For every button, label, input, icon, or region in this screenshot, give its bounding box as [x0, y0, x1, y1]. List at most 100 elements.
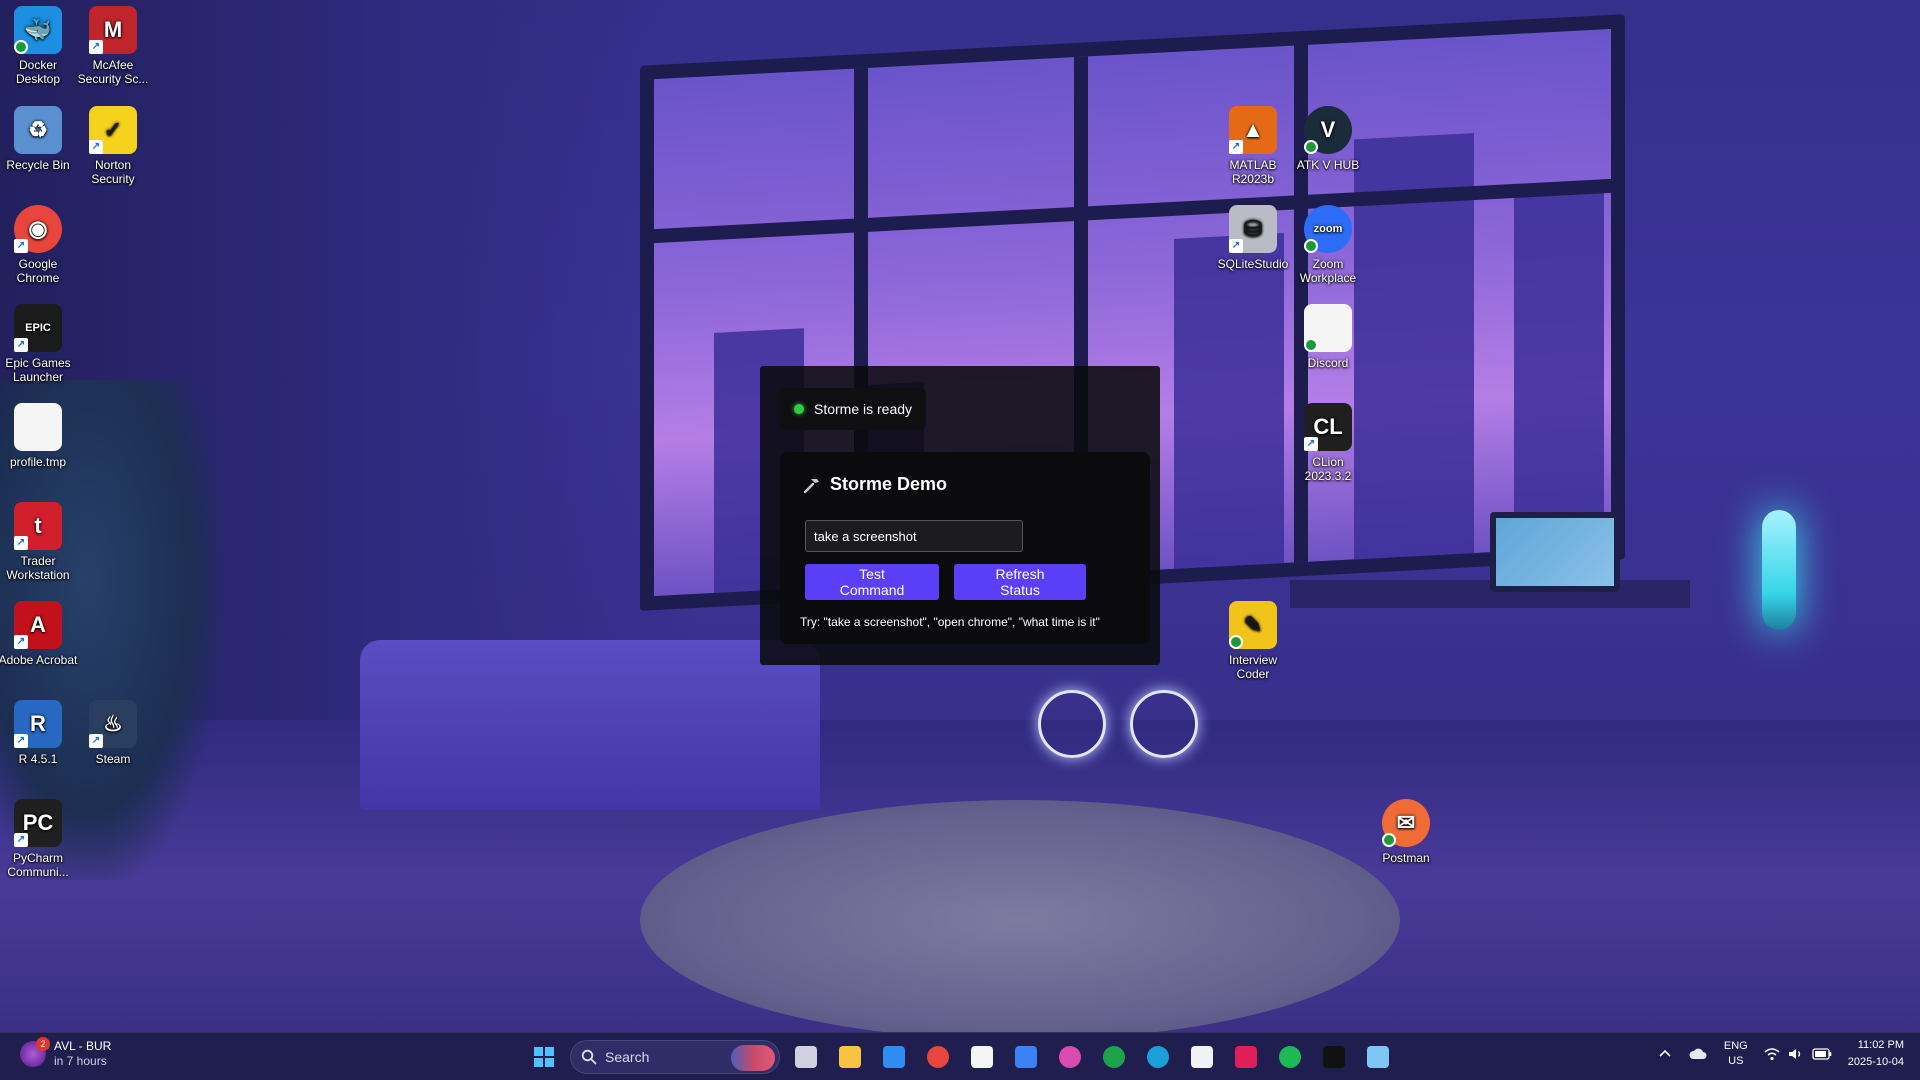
- desktop-icon-profile[interactable]: profile.tmp: [0, 403, 78, 469]
- start-button[interactable]: [526, 1039, 562, 1075]
- taskbar-app-notepad-plus[interactable]: [1360, 1039, 1396, 1075]
- discord-icon: [1304, 304, 1352, 352]
- search-icon: [581, 1049, 597, 1065]
- wallpaper-lava-lamp: [1762, 510, 1796, 630]
- docker-icon: 🐳: [14, 6, 62, 54]
- file-explorer-icon: [839, 1046, 861, 1068]
- taskbar-app-notion[interactable]: [964, 1039, 1000, 1075]
- desktop-icon-norton[interactable]: ✓ ↗ Norton Security: [73, 106, 153, 186]
- chevron-up-icon[interactable]: [1658, 1047, 1672, 1061]
- desktop-icon-interview[interactable]: ✎ Interview Coder: [1213, 601, 1293, 681]
- command-hint: Try: "take a screenshot", "open chrome",…: [800, 615, 1100, 629]
- notepad-icon: [1191, 1046, 1213, 1068]
- taskbar-app-edge[interactable]: [1140, 1039, 1176, 1075]
- taskbar-app-file-explorer[interactable]: [832, 1039, 868, 1075]
- wallpaper-bed: [360, 640, 820, 810]
- notepad-plus-icon: [1367, 1046, 1389, 1068]
- taskbar: 2 AVL - BUR in 7 hours Search ENG US 11:…: [0, 1032, 1920, 1080]
- status-badge: Storme is ready: [780, 388, 927, 430]
- sync-check-icon: [14, 40, 28, 54]
- weather-icon: 2: [20, 1037, 50, 1067]
- demo-title-row: Storme Demo: [802, 474, 947, 495]
- desktop-icon-matlab[interactable]: ▲ ↗ MATLAB R2023b: [1213, 106, 1293, 186]
- taskbar-app-unknown-app[interactable]: [1008, 1039, 1044, 1075]
- storme-overlay: Storme is ready Storme Demo Test Command…: [760, 366, 1160, 665]
- desktop-icon-label: Adobe Acrobat: [0, 653, 78, 667]
- desktop-icon-label: Discord: [1307, 356, 1349, 370]
- clock-time: 11:02 PM: [1857, 1039, 1904, 1051]
- desktop-icon-epic[interactable]: EPIC ↗ Epic Games Launcher: [0, 304, 78, 384]
- weather-widget[interactable]: 2 AVL - BUR in 7 hours: [20, 1037, 111, 1069]
- desktop-icon-label: McAfee Security Sc...: [77, 58, 149, 86]
- taskbar-search[interactable]: Search: [570, 1040, 780, 1074]
- xbox-icon: [1103, 1046, 1125, 1068]
- taskbar-app-xbox[interactable]: [1096, 1039, 1132, 1075]
- taskbar-app-microsoft-store[interactable]: [876, 1039, 912, 1075]
- shortcut-arrow-icon: ↗: [1229, 239, 1243, 253]
- taskbar-app-chrome[interactable]: [920, 1039, 956, 1075]
- status-dot-icon: [794, 404, 804, 414]
- chrome-icon: ◉ ↗: [14, 205, 62, 253]
- sync-check-icon: [1304, 239, 1318, 253]
- desktop-icon-postman[interactable]: ✉ Postman: [1366, 799, 1446, 865]
- matlab-icon: ▲ ↗: [1229, 106, 1277, 154]
- shortcut-arrow-icon: ↗: [89, 140, 103, 154]
- desktop-icon-steam[interactable]: ♨ ↗ Steam: [73, 700, 153, 766]
- desktop-icon-atkv[interactable]: V ATK V HUB: [1288, 106, 1368, 172]
- desktop-icon-label: Interview Coder: [1228, 653, 1278, 681]
- desktop-icon-chrome[interactable]: ◉ ↗ Google Chrome: [0, 205, 78, 285]
- windows-start-icon: [534, 1047, 554, 1067]
- shortcut-arrow-icon: ↗: [14, 734, 28, 748]
- shortcut-arrow-icon: ↗: [89, 734, 103, 748]
- sync-check-icon: [1304, 338, 1318, 352]
- taskbar-app-terminal-app[interactable]: [1316, 1039, 1352, 1075]
- desktop-icon-discord[interactable]: Discord: [1288, 304, 1368, 370]
- desktop-icon-acrobat[interactable]: A ↗ Adobe Acrobat: [0, 601, 78, 667]
- desktop-icon-zoom[interactable]: zoom Zoom Workplace: [1288, 205, 1368, 285]
- taskbar-app-notepad[interactable]: [1184, 1039, 1220, 1075]
- onedrive-cloud-icon[interactable]: [1688, 1047, 1708, 1061]
- status-text: Storme is ready: [814, 401, 913, 417]
- task-view-icon: [795, 1046, 817, 1068]
- desktop-icon-label: profile.tmp: [9, 455, 67, 469]
- storme-demo-card: Storme Demo Test Command Refresh Status …: [780, 452, 1150, 644]
- postman-icon: ✉: [1382, 799, 1430, 847]
- desktop-icon-clion[interactable]: CL ↗ CLion 2023.3.2: [1288, 403, 1368, 483]
- notion-icon: [971, 1046, 993, 1068]
- shortcut-arrow-icon: ↗: [89, 40, 103, 54]
- wallpaper-building: [1514, 186, 1604, 552]
- language-indicator[interactable]: ENG US: [1724, 1039, 1748, 1069]
- refresh-status-button[interactable]: Refresh Status: [954, 564, 1086, 600]
- microsoft-store-icon: [883, 1046, 905, 1068]
- clock[interactable]: 11:02 PM 2025-10-04: [1848, 1037, 1904, 1071]
- taskbar-app-instagram[interactable]: [1052, 1039, 1088, 1075]
- weather-text: AVL - BUR in 7 hours: [54, 1039, 111, 1069]
- test-command-button[interactable]: Test Command: [805, 564, 939, 600]
- desktop-icon-label: SQLiteStudio: [1217, 257, 1289, 271]
- volume-icon: [1788, 1049, 1800, 1059]
- desktop-icon-label: Google Chrome: [16, 257, 60, 285]
- desktop-icon-docker[interactable]: 🐳 Docker Desktop: [0, 6, 78, 86]
- desktop-icon-trader[interactable]: t ↗ Trader Workstation: [0, 502, 78, 582]
- terminal-app-icon: [1323, 1046, 1345, 1068]
- taskbar-app-slack[interactable]: [1228, 1039, 1264, 1075]
- shortcut-arrow-icon: ↗: [14, 338, 28, 352]
- desktop-icon-label: Zoom Workplace: [1299, 257, 1357, 285]
- weather-title: AVL - BUR: [54, 1039, 112, 1053]
- taskbar-app-task-view[interactable]: [788, 1039, 824, 1075]
- desktop-icon-pycharm[interactable]: PC ↗ PyCharm Communi...: [0, 799, 78, 879]
- zoom-icon: zoom: [1304, 205, 1352, 253]
- desktop-icon-label: R 4.5.1: [18, 752, 58, 766]
- quick-settings[interactable]: [1764, 1047, 1832, 1061]
- desktop-icon-mcafee[interactable]: M ↗ McAfee Security Sc...: [73, 6, 153, 86]
- desktop-icon-r[interactable]: R ↗ R 4.5.1: [0, 700, 78, 766]
- shortcut-arrow-icon: ↗: [14, 536, 28, 550]
- pycharm-icon: PC ↗: [14, 799, 62, 847]
- desktop-icon-label: MATLAB R2023b: [1229, 158, 1277, 186]
- desktop-icon-recycle[interactable]: ♻ Recycle Bin: [0, 106, 78, 172]
- command-input[interactable]: [805, 520, 1023, 552]
- chrome-icon: [927, 1046, 949, 1068]
- clock-date: 2025-10-04: [1847, 1056, 1904, 1068]
- taskbar-app-spotify[interactable]: [1272, 1039, 1308, 1075]
- desktop-icon-sqlite[interactable]: ⛁ ↗ SQLiteStudio: [1213, 205, 1293, 271]
